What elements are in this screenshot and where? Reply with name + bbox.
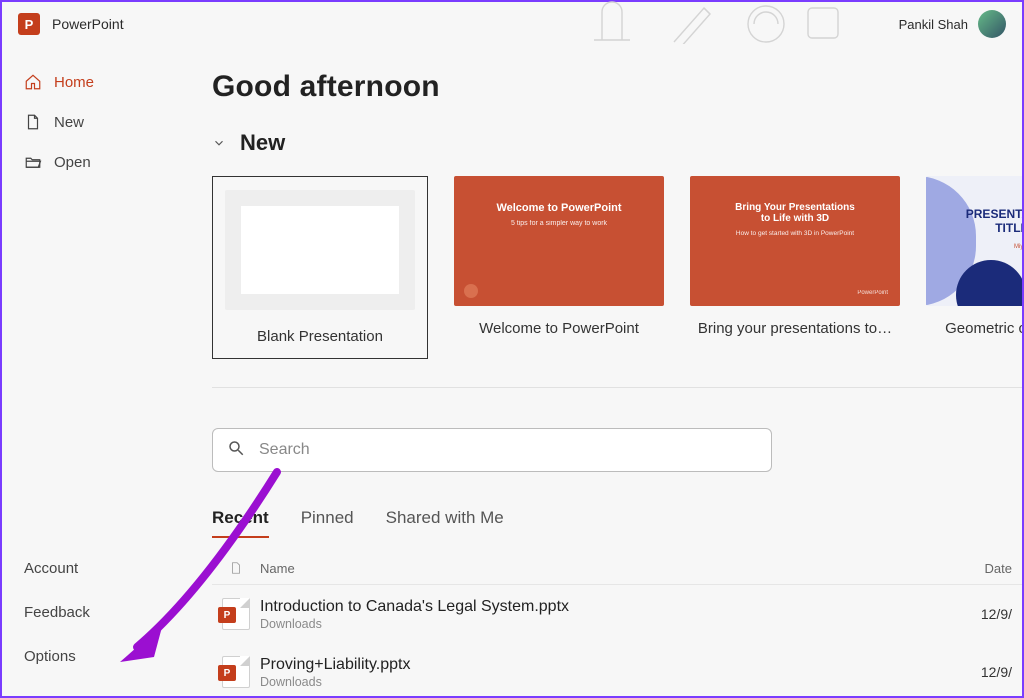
sidebar-item-open[interactable]: Open: [2, 142, 166, 182]
chevron-down-icon: [212, 136, 226, 150]
template-blank[interactable]: Blank Presentation: [212, 176, 428, 359]
column-date[interactable]: Date: [952, 561, 1012, 576]
app-title: PowerPoint: [52, 16, 124, 32]
pptx-file-icon: P: [212, 598, 260, 630]
template-welcome[interactable]: Welcome to PowerPoint 5 tips for a simpl…: [454, 176, 664, 359]
search-icon: [227, 439, 245, 462]
sidebar-item-label: New: [54, 114, 84, 131]
file-name: Introduction to Canada's Legal System.pp…: [260, 598, 952, 616]
tab-recent[interactable]: Recent: [212, 508, 269, 538]
tab-shared[interactable]: Shared with Me: [386, 508, 504, 538]
sidebar-item-feedback[interactable]: Feedback: [2, 590, 166, 634]
sidebar-item-label: Open: [54, 154, 91, 171]
powerpoint-app-icon: P: [18, 13, 40, 35]
file-date: 12/9/: [952, 664, 1012, 680]
document-icon: [24, 113, 42, 131]
column-icon[interactable]: [212, 560, 260, 576]
file-tabs: Recent Pinned Shared with Me: [212, 508, 1022, 538]
sidebar: Home New Open Account Feedback Options: [2, 46, 166, 696]
file-row[interactable]: P Proving+Liability.pptx Downloads 12/9/: [212, 643, 1022, 696]
title-bar: P PowerPoint Pankil Shah: [2, 2, 1022, 46]
sidebar-item-account[interactable]: Account: [2, 546, 166, 590]
sidebar-item-new[interactable]: New: [2, 102, 166, 142]
new-section-header[interactable]: New: [212, 130, 1022, 156]
search-box[interactable]: [212, 428, 772, 472]
file-location: Downloads: [260, 675, 952, 689]
sidebar-item-label: Feedback: [24, 604, 90, 621]
sidebar-item-home[interactable]: Home: [2, 62, 166, 102]
folder-open-icon: [24, 153, 42, 171]
template-geometric[interactable]: PRESENTATIONTITLE Miyra Nihon Geometric …: [926, 176, 1022, 359]
pptx-file-icon: P: [212, 656, 260, 688]
sidebar-item-label: Account: [24, 560, 78, 577]
sidebar-item-label: Home: [54, 74, 94, 91]
template-thumb: PRESENTATIONTITLE Miyra Nihon: [926, 176, 1022, 306]
home-icon: [24, 73, 42, 91]
template-thumb: Bring Your Presentations to Life with 3D…: [690, 176, 900, 306]
template-thumb: [225, 190, 415, 310]
tab-pinned[interactable]: Pinned: [301, 508, 354, 538]
template-label: Blank Presentation: [257, 328, 383, 345]
column-name[interactable]: Name: [260, 561, 952, 576]
user-name[interactable]: Pankil Shah: [899, 17, 968, 32]
new-section-title: New: [240, 130, 285, 156]
templates-row: Blank Presentation Welcome to PowerPoint…: [212, 176, 1022, 388]
sidebar-item-options[interactable]: Options: [2, 634, 166, 678]
search-input[interactable]: [259, 441, 757, 459]
file-list-header: Name Date: [212, 560, 1022, 585]
template-label: Welcome to PowerPoint: [479, 320, 639, 337]
file-location: Downloads: [260, 617, 952, 631]
greeting-heading: Good afternoon: [212, 70, 1022, 104]
decorative-doodle: [584, 0, 844, 44]
template-thumb: Welcome to PowerPoint 5 tips for a simpl…: [454, 176, 664, 306]
template-label: Geometric color bl: [945, 320, 1022, 337]
file-name: Proving+Liability.pptx: [260, 656, 952, 674]
file-date: 12/9/: [952, 606, 1012, 622]
template-3d[interactable]: Bring Your Presentations to Life with 3D…: [690, 176, 900, 359]
file-row[interactable]: P Introduction to Canada's Legal System.…: [212, 585, 1022, 643]
user-avatar[interactable]: [978, 10, 1006, 38]
main-area: Good afternoon New Blank Presentation We…: [166, 46, 1022, 696]
template-label: Bring your presentations to…: [698, 320, 892, 337]
sidebar-item-label: Options: [24, 648, 76, 665]
